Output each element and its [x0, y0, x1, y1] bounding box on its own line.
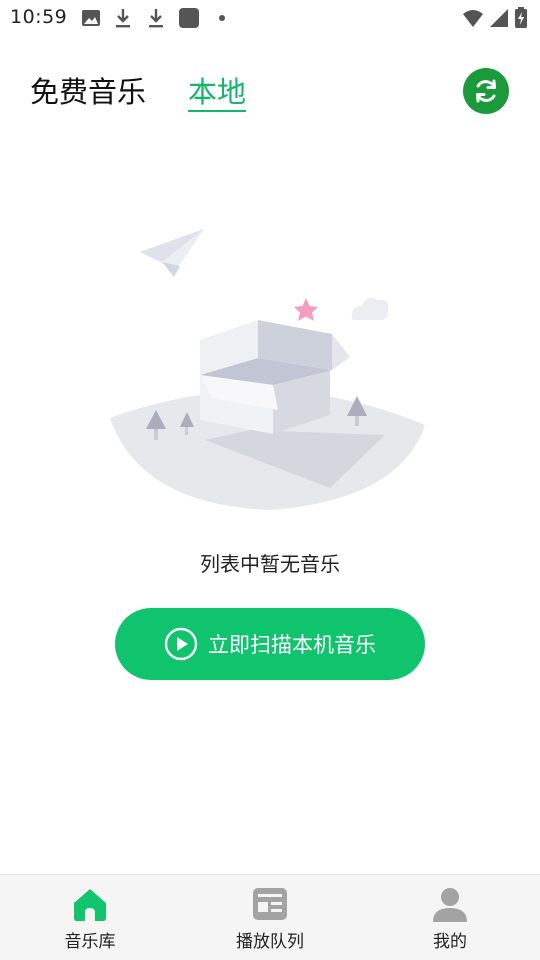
paper-plane-icon [140, 229, 204, 277]
download-icon [116, 9, 130, 28]
image-icon [82, 10, 100, 26]
scan-button-label: 立即扫描本机音乐 [208, 633, 376, 657]
app-square-icon [179, 8, 199, 28]
queue-icon [253, 888, 287, 920]
home-icon [74, 889, 106, 921]
active-tab-indicator [188, 110, 246, 112]
nav-label-music-library: 音乐库 [64, 932, 116, 952]
status-time: 10:59 [10, 6, 68, 28]
bottom-navigation: 音乐库 播放队列 我的 [0, 874, 540, 960]
refresh-button[interactable] [463, 68, 509, 114]
empty-box-illustration [110, 229, 425, 510]
nav-item-mine[interactable]: 我的 [390, 875, 510, 960]
status-bar: 10:59 [0, 0, 540, 36]
header: 免费音乐 本地 [0, 56, 540, 136]
nav-label-mine: 我的 [433, 932, 467, 952]
play-circle-icon [164, 627, 198, 661]
tab-free-music[interactable]: 免费音乐 [30, 72, 146, 112]
refresh-icon [476, 79, 496, 103]
signal-icon [490, 9, 508, 27]
dot-icon [219, 15, 225, 21]
nav-item-music-library[interactable]: 音乐库 [30, 875, 150, 960]
empty-message: 列表中暂无音乐 [200, 552, 340, 576]
download-icon [149, 9, 163, 28]
wifi-icon [463, 10, 483, 27]
tab-local[interactable]: 本地 [188, 72, 246, 112]
battery-charging-icon [515, 7, 527, 28]
nav-item-play-queue[interactable]: 播放队列 [210, 875, 330, 960]
scan-local-music-button[interactable]: 立即扫描本机音乐 [115, 608, 425, 680]
cloud-icon [351, 298, 389, 320]
nav-label-play-queue: 播放队列 [236, 932, 304, 952]
star-icon [294, 298, 318, 321]
user-icon [433, 888, 467, 922]
